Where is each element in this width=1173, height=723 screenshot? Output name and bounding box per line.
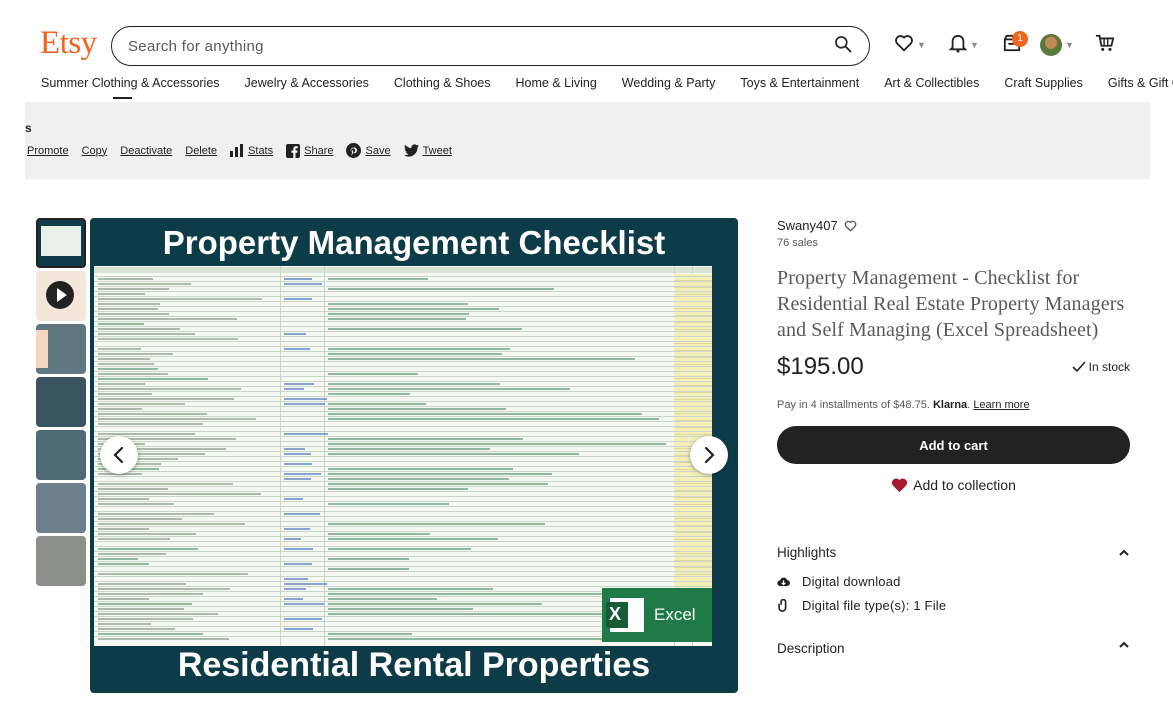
thumbnail-video[interactable]: [36, 271, 86, 321]
stock-status: In stock: [1072, 360, 1130, 374]
save-label: Save: [365, 144, 391, 157]
thumbnail-3[interactable]: [36, 324, 86, 374]
main-listing-image[interactable]: Property Management Checklist X Excel Re…: [90, 218, 738, 693]
installments-info: Pay in 4 installments of $48.75. Klarna.…: [777, 399, 1030, 411]
tweet-link[interactable]: Tweet: [403, 144, 452, 157]
learn-more-link[interactable]: Learn more: [973, 399, 1029, 411]
site-header: Etsy Search for anything ▼ ▼ 1 ▼ Summer …: [0, 0, 1173, 100]
chevron-down-icon: ▼: [970, 40, 979, 50]
follow-heart-icon: [844, 220, 857, 232]
highlights-header[interactable]: Highlights: [777, 545, 1130, 560]
paperclip-icon: [778, 599, 787, 612]
image-title-bottom: Residential Rental Properties: [177, 646, 651, 684]
highlights-heading: Highlights: [777, 545, 837, 560]
add-to-collection-label: Add to collection: [913, 477, 1016, 493]
nav-item-gifts[interactable]: Gifts & Gift Cards: [1108, 76, 1173, 90]
thumbnail-7[interactable]: [36, 536, 86, 586]
category-nav: Summer Clothing & Accessories Jewelry & …: [41, 76, 1173, 90]
stats-link[interactable]: Stats: [230, 144, 273, 157]
save-link[interactable]: Save: [346, 143, 391, 158]
klarna-label: Klarna: [932, 399, 968, 411]
thumbnail-6[interactable]: [36, 483, 86, 533]
highlight-digital-download: Digital download: [777, 574, 1130, 589]
shop-name[interactable]: Swany407: [777, 218, 838, 233]
account-menu[interactable]: ▼: [1040, 30, 1074, 60]
copy-link[interactable]: Copy: [82, 145, 108, 157]
cart-button[interactable]: [1095, 30, 1115, 60]
price-row: $195.00 In stock: [777, 353, 1130, 381]
stock-label: In stock: [1088, 360, 1130, 374]
nav-item-wedding-party[interactable]: Wedding & Party: [622, 76, 716, 90]
chevron-down-icon: ▼: [917, 40, 926, 50]
excel-badge: X Excel: [602, 588, 712, 642]
shop-owner-toolbar: s Promote Copy Deactivate Delete Stats S…: [25, 102, 1150, 179]
previous-image-button[interactable]: [100, 436, 138, 474]
nav-item-art[interactable]: Art & Collectibles: [884, 76, 979, 90]
add-to-collection-button[interactable]: Add to collection: [777, 475, 1130, 495]
heart-filled-icon: [892, 478, 908, 493]
notifications-menu[interactable]: ▼: [948, 30, 979, 60]
search-input[interactable]: Search for anything: [128, 38, 833, 55]
chevron-down-icon: ▼: [1065, 40, 1074, 50]
heart-icon[interactable]: [894, 34, 914, 57]
highlight-text: Digital download: [802, 574, 901, 589]
twitter-icon: [403, 144, 419, 157]
thumbnail-strip: [36, 218, 86, 589]
thumbnail-4[interactable]: [36, 377, 86, 427]
etsy-logo[interactable]: Etsy: [40, 25, 97, 62]
listing-details: Swany407 76 sales Property Management - …: [777, 218, 1130, 656]
tweet-label: Tweet: [422, 144, 452, 157]
nav-hover-underline: [113, 97, 132, 99]
search-icon[interactable]: [833, 34, 853, 59]
pinterest-icon: [346, 143, 362, 158]
stats-icon: [230, 144, 244, 157]
cart-badge: 1: [1012, 30, 1028, 47]
nav-item-summer-clothing[interactable]: Summer Clothing & Accessories: [41, 76, 220, 90]
highlight-file-type: Digital file type(s): 1 File: [777, 598, 1130, 613]
product-title: Property Management - Checklist for Resi…: [777, 267, 1125, 341]
description-heading: Description: [777, 641, 845, 656]
chevron-up-icon: [1119, 549, 1129, 556]
owner-actions: Promote Copy Deactivate Delete Stats Sha…: [27, 143, 465, 158]
download-cloud-icon: [777, 577, 790, 586]
chevron-left-icon: [113, 446, 124, 464]
avatar[interactable]: [1040, 34, 1062, 56]
nav-item-craft-supplies[interactable]: Craft Supplies: [1004, 76, 1083, 90]
play-icon: [46, 281, 74, 309]
cart-icon[interactable]: [1095, 33, 1115, 58]
promote-link[interactable]: Promote: [27, 145, 69, 157]
checkmark-icon: [1072, 361, 1086, 373]
search-bar[interactable]: Search for anything: [111, 26, 870, 66]
description-header[interactable]: Description: [777, 641, 1130, 656]
chevron-right-icon: [704, 446, 715, 464]
share-label: Share: [304, 144, 334, 157]
image-title-top: Property Management Checklist: [162, 224, 666, 261]
shop-name-row: Swany407: [777, 218, 1130, 233]
chevron-up-icon: [1119, 641, 1129, 648]
thumbnail-1[interactable]: [36, 218, 86, 268]
owner-bar-label: s: [25, 121, 32, 135]
deactivate-link[interactable]: Deactivate: [120, 145, 172, 157]
highlight-text: Digital file type(s): 1 File: [802, 598, 947, 613]
share-link[interactable]: Share: [286, 143, 334, 158]
next-image-button[interactable]: [690, 436, 728, 474]
shop-manager-menu[interactable]: 1: [1003, 30, 1028, 60]
price: $195.00: [777, 353, 864, 380]
nav-item-jewelry[interactable]: Jewelry & Accessories: [245, 76, 369, 90]
delete-link[interactable]: Delete: [185, 145, 217, 157]
excel-label: Excel: [654, 605, 696, 624]
sales-count: 76 sales: [777, 237, 818, 249]
bell-icon[interactable]: [948, 33, 968, 58]
thumbnail-5[interactable]: [36, 430, 86, 480]
add-to-cart-button[interactable]: Add to cart: [777, 426, 1130, 464]
nav-item-clothing-shoes[interactable]: Clothing & Shoes: [394, 76, 491, 90]
nav-item-home-living[interactable]: Home & Living: [516, 76, 597, 90]
favorites-menu[interactable]: ▼: [894, 30, 926, 60]
installments-text: Pay in 4 installments of $48.75.: [777, 399, 930, 411]
facebook-icon: [286, 143, 301, 158]
nav-item-toys[interactable]: Toys & Entertainment: [740, 76, 859, 90]
shop-icon[interactable]: 1: [1003, 30, 1028, 57]
excel-icon: X: [606, 598, 644, 632]
stats-label: Stats: [248, 144, 274, 157]
